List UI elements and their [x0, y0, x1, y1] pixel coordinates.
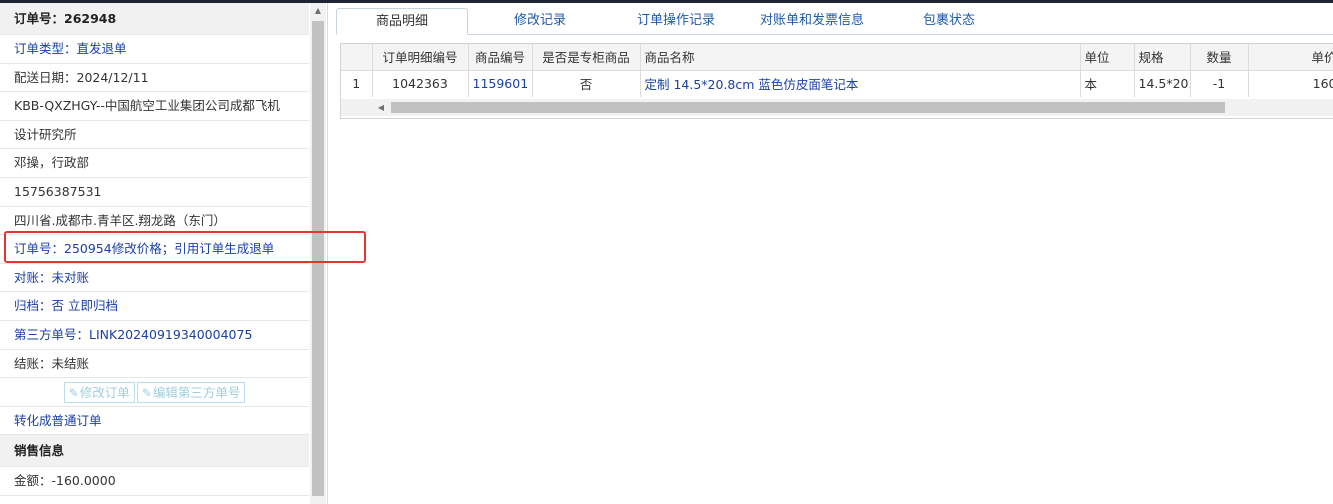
left-vertical-scrollbar[interactable]: ▲	[310, 3, 326, 504]
tab-statement-invoice[interactable]: 对账单和发票信息	[742, 8, 882, 35]
cell-counter-product: 否	[532, 70, 641, 97]
col-header-spec[interactable]: 规格	[1134, 44, 1191, 71]
col-header-index	[341, 44, 373, 71]
arrow-up-icon[interactable]: ▲	[310, 3, 326, 19]
customer-name-line1: KBB-QXZHGY--中国航空工业集团公司成都飞机	[0, 92, 309, 121]
order-type[interactable]: 订单类型：直发退单	[0, 35, 309, 64]
order-info-list: 订单号：262948 订单类型：直发退单 配送日期：2024/12/11 KBB…	[0, 3, 309, 504]
grid-horizontal-scrollbar[interactable]: ◀	[341, 99, 1333, 116]
cell-product-id-link[interactable]: 1159601	[468, 70, 533, 97]
archive-status[interactable]: 归档：否 立即归档	[0, 292, 309, 321]
delivery-date: 配送日期：2024/12/11	[0, 64, 309, 93]
cell-quantity: -1	[1190, 70, 1249, 97]
convert-to-normal-order-link[interactable]: 转化成普通订单	[0, 407, 309, 436]
product-detail-grid: 订单明细编号 商品编号 是否是专柜商品 商品名称 单位 规格 数量 单价 1 1…	[340, 43, 1333, 119]
cell-detail-id: 1042363	[372, 70, 469, 97]
reconcile-status[interactable]: 对账：未对账	[0, 264, 309, 293]
product-detail-table: 订单明细编号 商品编号 是否是专柜商品 商品名称 单位 规格 数量 单价 1 1…	[341, 44, 1333, 97]
settlement-status: 结账：未结账	[0, 350, 309, 379]
col-header-product-id[interactable]: 商品编号	[468, 44, 533, 71]
col-header-counter-product[interactable]: 是否是专柜商品	[532, 44, 641, 71]
order-note: 订单号：250954修改价格；引用订单生成退单	[0, 235, 309, 264]
sales-amount: 金额：-160.0000	[0, 467, 309, 496]
grid-scroll-thumb[interactable]	[391, 102, 1225, 113]
order-number-header: 订单号：262948	[0, 3, 309, 35]
cell-unit-price: 160	[1248, 70, 1333, 97]
cell-unit: 本	[1080, 70, 1135, 97]
table-row[interactable]: 1 1042363 1159601 否 定制 14.5*20.8cm 蓝色仿皮面…	[341, 70, 1333, 97]
detail-tabs: 商品明细 修改记录 订单操作记录 对账单和发票信息 包裹状态	[336, 8, 1333, 35]
tab-package-status[interactable]: 包裹状态	[886, 8, 1012, 35]
col-header-quantity[interactable]: 数量	[1190, 44, 1249, 71]
table-header-row: 订单明细编号 商品编号 是否是专柜商品 商品名称 单位 规格 数量 单价	[341, 44, 1333, 71]
delivery-address: 四川省.成都市.青羊区.翔龙路（东门）	[0, 207, 309, 236]
action-buttons: ✎修改订单 ✎编辑第三方单号	[0, 378, 309, 407]
sales-info-header: 销售信息	[0, 435, 309, 468]
arrow-left-icon[interactable]: ◀	[373, 99, 389, 116]
customer-name-line2: 设计研究所	[0, 121, 309, 150]
edit-icon: ✎	[141, 386, 152, 401]
cell-product-name-link[interactable]: 定制 14.5*20.8cm 蓝色仿皮面笔记本	[640, 70, 1081, 97]
col-header-unit-price[interactable]: 单价	[1248, 44, 1333, 71]
edit-order-button[interactable]: ✎修改订单	[63, 382, 135, 404]
contact-phone: 15756387531	[0, 178, 309, 207]
tab-modify-records[interactable]: 修改记录	[476, 8, 604, 35]
left-scroll-thumb[interactable]	[312, 21, 324, 496]
tab-order-operation-records[interactable]: 订单操作记录	[612, 8, 740, 35]
col-header-unit[interactable]: 单位	[1080, 44, 1135, 71]
contact-person: 邓操，行政部	[0, 149, 309, 178]
edit-icon: ✎	[68, 386, 79, 401]
edit-third-party-button[interactable]: ✎编辑第三方单号	[136, 382, 246, 404]
col-header-product-name[interactable]: 商品名称	[640, 44, 1081, 71]
cell-index: 1	[341, 70, 373, 97]
cell-spec: 14.5*20.	[1134, 70, 1191, 97]
third-party-number: 第三方单号：LINK20240919340004075	[0, 321, 309, 350]
order-info-panel: 订单号：262948 订单类型：直发退单 配送日期：2024/12/11 KBB…	[0, 3, 328, 504]
col-header-detail-id[interactable]: 订单明细编号	[372, 44, 469, 71]
tab-product-details[interactable]: 商品明细	[336, 8, 468, 35]
